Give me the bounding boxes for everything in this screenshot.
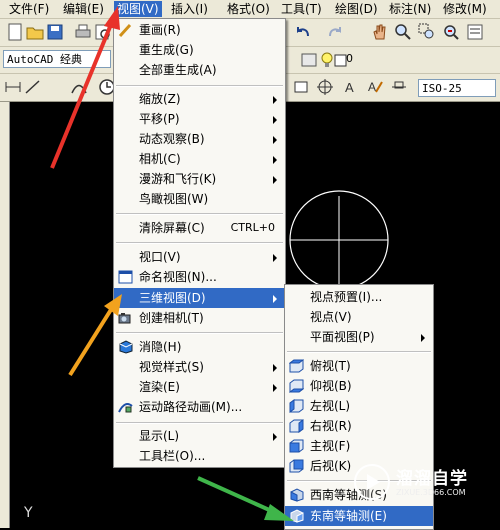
menu-item-se-isometric[interactable]: 东南等轴测(E) (285, 506, 433, 526)
menu-item-label: 创建相机(T) (139, 311, 204, 325)
y-axis-label: Y (24, 505, 33, 521)
menu-item-label: 重生成(G) (139, 43, 194, 57)
menu-item-front-view[interactable]: 主视(F) (285, 436, 433, 456)
submenu-arrow-icon (273, 116, 277, 124)
menu-item-label: 左视(L) (310, 399, 351, 413)
menu-item-right-view[interactable]: 右视(R) (285, 416, 433, 436)
menu-item-label: 重画(R) (139, 23, 181, 37)
menu-item-label: 东南等轴测(E) (310, 509, 387, 523)
watermark-title: 溜溜自学 (396, 469, 468, 489)
menu-item-viewports[interactable]: 视口(V) (114, 247, 285, 267)
menu-item-label: 工具栏(O)... (139, 449, 206, 463)
menu-item-visual-styles[interactable]: 视觉样式(S) (114, 357, 285, 377)
menu-item-label: 显示(L) (139, 429, 180, 443)
sw-isometric-icon (290, 488, 304, 502)
menu-item-label: 主视(F) (310, 439, 351, 453)
menu-item-label: 仰视(B) (310, 379, 352, 393)
menu-item-orbit[interactable]: 动态观察(B) (114, 129, 285, 149)
menu-separator (116, 85, 283, 87)
se-isometric-icon (290, 509, 304, 523)
menu-item-label: 清除屏幕(C) (139, 221, 205, 235)
menu-item-toolbars[interactable]: 工具栏(O)... (114, 446, 285, 466)
bottom-view-cube-icon (289, 379, 304, 393)
menu-item-label: 鸟瞰视图(W) (139, 192, 209, 206)
menu-item-label: 平面视图(P) (310, 330, 375, 344)
menu-item-left-view[interactable]: 左视(L) (285, 396, 433, 416)
menu-item-render[interactable]: 渲染(E) (114, 377, 285, 397)
named-view-icon (118, 270, 133, 284)
menu-item-viewpoint[interactable]: 视点(V) (285, 307, 433, 327)
left-view-cube-icon (289, 399, 304, 413)
menu-separator (287, 351, 431, 353)
menu-item-aerial-view[interactable]: 鸟瞰视图(W) (114, 189, 285, 209)
menu-separator (116, 242, 283, 244)
menu-item-viewpoint-presets[interactable]: 视点预置(I)... (285, 287, 433, 307)
submenu-arrow-icon (273, 384, 277, 392)
menu-item-named-views[interactable]: 命名视图(N)... (114, 267, 285, 287)
watermark: 溜溜自学 ZIXUE.3D66.COM (352, 462, 482, 502)
menu-separator (116, 332, 283, 334)
view-menu: 重画(R) 重生成(G) 全部重生成(A) 缩放(Z) 平移(P) 动态观察(B… (113, 18, 286, 468)
menu-item-label: 视觉样式(S) (139, 360, 204, 374)
submenu-arrow-icon (273, 364, 277, 372)
camera-icon (118, 313, 131, 324)
menu-item-label: 消隐(H) (139, 340, 182, 354)
menu-item-label: 缩放(Z) (139, 92, 181, 106)
menu-item-label: 漫游和飞行(K) (139, 172, 217, 186)
menu-item-motion-path[interactable]: 运动路径动画(M)... (114, 397, 285, 417)
right-view-cube-icon (289, 419, 304, 433)
top-view-cube-icon (289, 359, 304, 373)
menu-item-zoom[interactable]: 缩放(Z) (114, 89, 285, 109)
submenu-arrow-icon (273, 254, 277, 262)
submenu-arrow-icon (273, 176, 277, 184)
menu-item-label: 运动路径动画(M)... (139, 400, 243, 414)
menu-item-label: 视口(V) (139, 250, 181, 264)
menu-item-redraw[interactable]: 重画(R) (114, 20, 285, 40)
menu-item-pan[interactable]: 平移(P) (114, 109, 285, 129)
menu-item-label: 全部重生成(A) (139, 63, 217, 77)
submenu-arrow-icon (273, 96, 277, 104)
menu-item-walk-fly[interactable]: 漫游和飞行(K) (114, 169, 285, 189)
menu-item-plan-view[interactable]: 平面视图(P) (285, 327, 433, 347)
menu-item-label: 命名视图(N)... (139, 270, 217, 284)
menu-item-camera[interactable]: 相机(C) (114, 149, 285, 169)
menu-item-shortcut: CTRL+0 (230, 221, 275, 234)
menu-item-label: 动态观察(B) (139, 132, 205, 146)
menu-item-bottom-view[interactable]: 仰视(B) (285, 376, 433, 396)
menu-separator (116, 422, 283, 424)
watermark-logo-icon (354, 464, 390, 500)
submenu-arrow-icon (273, 156, 277, 164)
menu-item-display[interactable]: 显示(L) (114, 426, 285, 446)
submenu-arrow-icon (421, 334, 425, 342)
motion-path-icon (118, 403, 133, 413)
menu-item-label: 视点(V) (310, 310, 352, 324)
menu-item-label: 相机(C) (139, 152, 181, 166)
menu-item-3d-views[interactable]: 三维视图(D) (114, 288, 285, 308)
menu-item-label: 后视(K) (310, 459, 352, 473)
back-view-cube-icon (289, 459, 304, 473)
menu-item-clean-screen[interactable]: 清除屏幕(C) CTRL+0 (114, 218, 285, 238)
menu-item-label: 视点预置(I)... (310, 290, 383, 304)
menu-item-label: 俯视(T) (310, 359, 351, 373)
menu-item-label: 三维视图(D) (139, 291, 206, 305)
pencil-icon (118, 23, 132, 37)
menu-item-hide[interactable]: 消隐(H) (114, 337, 285, 357)
submenu-arrow-icon (273, 433, 277, 441)
menu-separator (116, 213, 283, 215)
menu-item-label: 平移(P) (139, 112, 180, 126)
menu-item-label: 渲染(E) (139, 380, 180, 394)
menu-item-create-camera[interactable]: 创建相机(T) (114, 308, 285, 328)
hide-cube-icon (119, 340, 133, 354)
menu-item-regen-all[interactable]: 全部重生成(A) (114, 60, 285, 80)
menu-item-top-view[interactable]: 俯视(T) (285, 356, 433, 376)
submenu-arrow-icon (273, 136, 277, 144)
menu-item-label: 右视(R) (310, 419, 352, 433)
submenu-arrow-icon (273, 295, 277, 303)
watermark-subtitle: ZIXUE.3D66.COM (396, 488, 466, 497)
menu-item-regen[interactable]: 重生成(G) (114, 40, 285, 60)
front-view-cube-icon (289, 439, 304, 453)
